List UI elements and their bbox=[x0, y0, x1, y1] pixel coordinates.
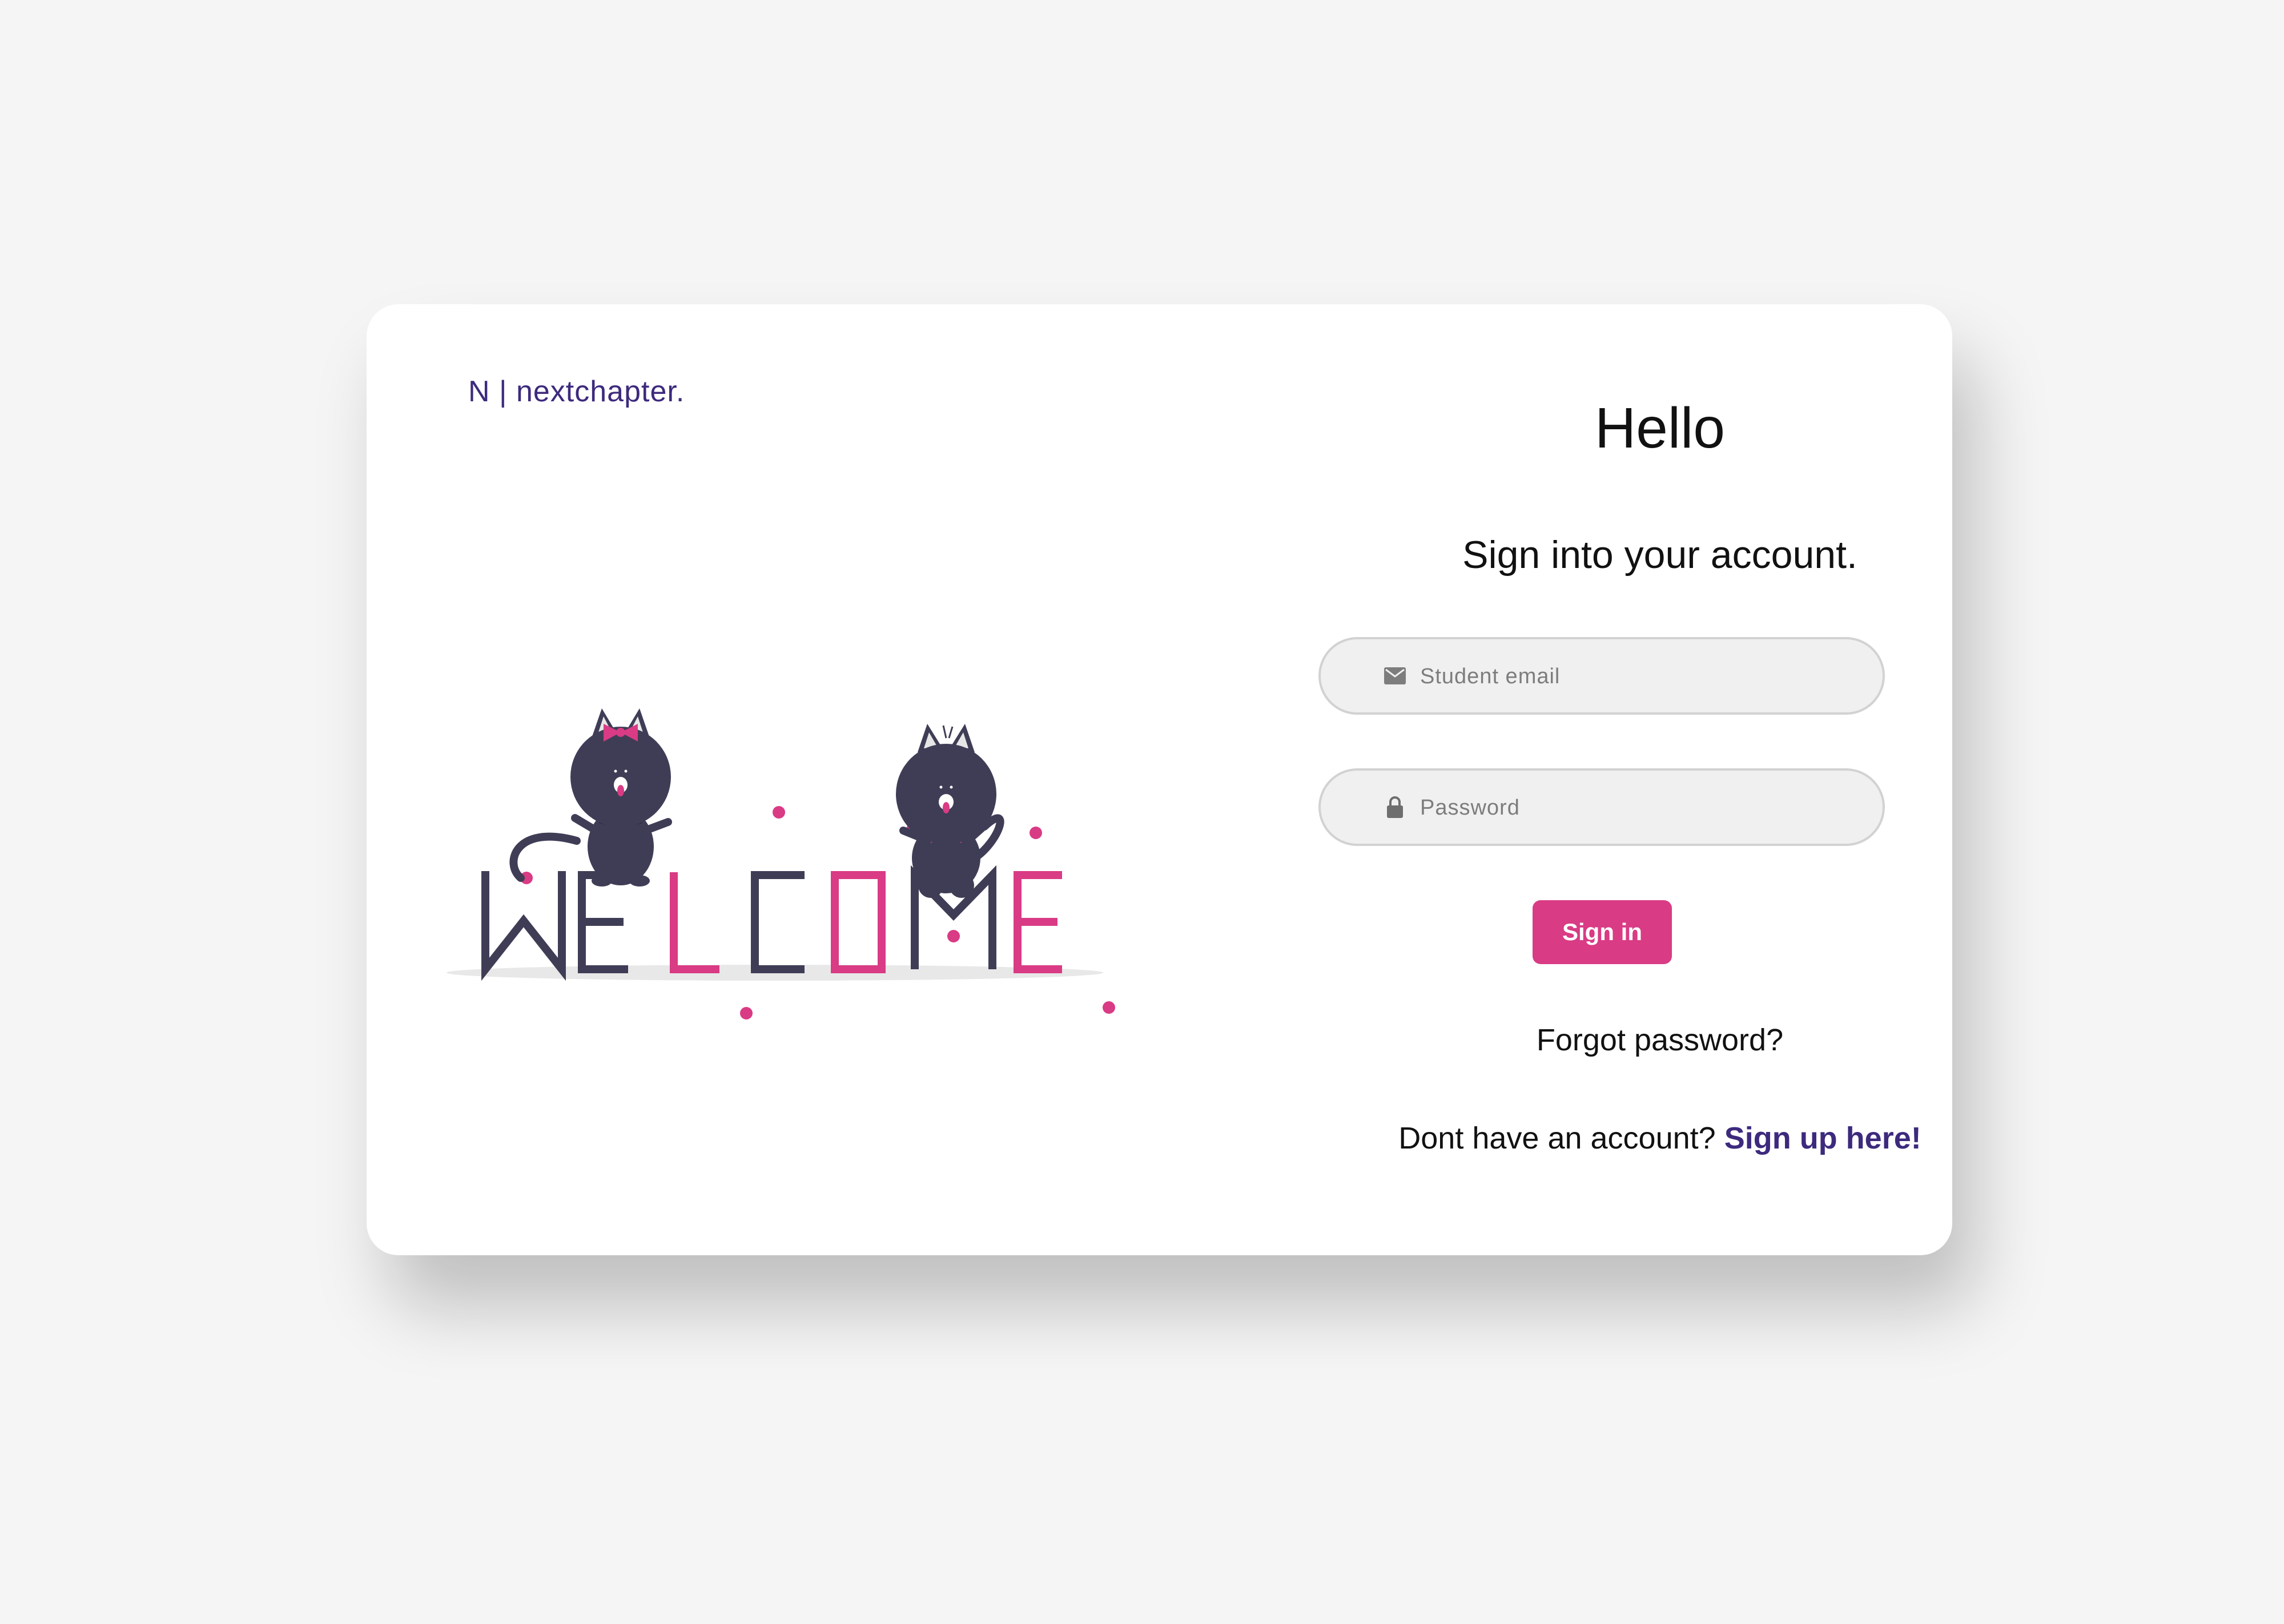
page-subtitle: Sign into your account. bbox=[1462, 533, 1857, 577]
welcome-letter-l bbox=[670, 872, 719, 973]
welcome-letter-e bbox=[578, 871, 628, 973]
welcome-letter-c bbox=[751, 871, 805, 973]
password-field[interactable] bbox=[1318, 768, 1885, 846]
brand-logo[interactable]: N | nextchapter. bbox=[468, 374, 685, 409]
welcome-letter-e-2 bbox=[1014, 871, 1062, 973]
sign-in-panel: Hello Sign into your account. Sign in Fo… bbox=[1280, 304, 2040, 1255]
page-title: Hello bbox=[1595, 396, 1725, 460]
login-card: N | nextchapter. Hello Sign into your ac… bbox=[367, 304, 1952, 1255]
signup-prompt-row: Dont have an account? Sign up here! bbox=[1280, 1121, 2040, 1156]
welcome-illustration bbox=[447, 708, 1115, 1019]
mail-icon bbox=[1382, 663, 1408, 688]
password-input[interactable] bbox=[1419, 771, 1867, 845]
sign-in-button[interactable]: Sign in bbox=[1533, 900, 1672, 964]
sign-up-link[interactable]: Sign up here! bbox=[1724, 1121, 1921, 1155]
signup-prompt: Dont have an account? bbox=[1398, 1121, 1716, 1155]
cat-girl-illustration bbox=[509, 708, 672, 886]
welcome-letter-w bbox=[481, 871, 566, 981]
email-field[interactable] bbox=[1318, 637, 1885, 715]
email-input[interactable] bbox=[1419, 639, 1867, 714]
lock-icon bbox=[1382, 795, 1408, 820]
forgot-password-link[interactable]: Forgot password? bbox=[1280, 1022, 2040, 1058]
welcome-letter-o bbox=[831, 871, 886, 973]
